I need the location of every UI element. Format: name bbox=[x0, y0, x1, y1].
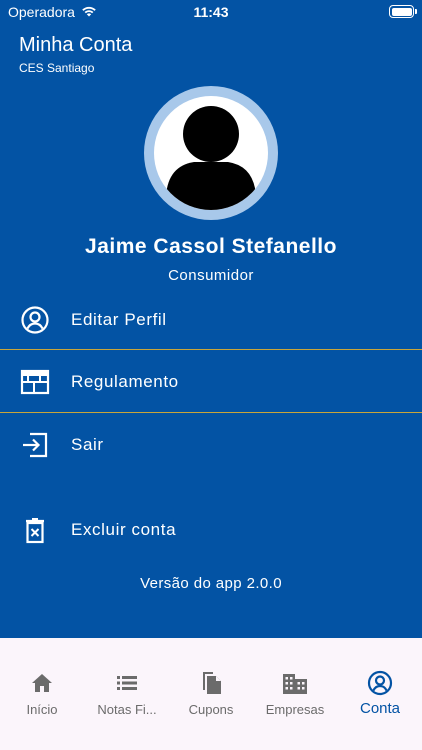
app-version: Versão do app 2.0.0 bbox=[140, 575, 282, 592]
tab-account[interactable]: Conta bbox=[338, 638, 422, 728]
page-subtitle: CES Santiago bbox=[19, 61, 95, 75]
account-icon bbox=[338, 670, 422, 696]
profile-role: Consumidor bbox=[168, 267, 254, 284]
delete-account-button[interactable]: Excluir conta bbox=[0, 499, 422, 561]
logout-label: Sair bbox=[71, 435, 104, 454]
tab-invoices-label: Notas Fi... bbox=[97, 702, 157, 717]
tab-companies[interactable]: Empresas bbox=[253, 638, 337, 728]
logout-icon bbox=[20, 430, 50, 460]
regulation-button[interactable]: Regulamento bbox=[0, 351, 422, 413]
coupon-icon bbox=[169, 670, 253, 696]
calendar-icon bbox=[20, 367, 50, 397]
regulation-label: Regulamento bbox=[71, 372, 179, 391]
tab-invoices[interactable]: Notas Fi... bbox=[85, 638, 169, 728]
trash-icon bbox=[20, 515, 50, 545]
list-icon bbox=[85, 670, 169, 696]
user-circle-icon bbox=[20, 305, 50, 335]
divider bbox=[0, 349, 422, 350]
page-header: Minha Conta CES Santiago bbox=[19, 34, 132, 75]
home-icon bbox=[0, 670, 84, 696]
building-icon bbox=[253, 670, 337, 696]
clock: 11:43 bbox=[193, 4, 229, 20]
profile-name: Jaime Cassol Stefanello bbox=[85, 235, 337, 258]
edit-profile-label: Editar Perfil bbox=[71, 310, 167, 329]
bottom-tab-bar: Início Notas Fi... Cupons Empresas Conta bbox=[0, 638, 422, 750]
tab-account-label: Conta bbox=[359, 700, 401, 717]
delete-account-label: Excluir conta bbox=[71, 520, 177, 539]
status-bar: Operadora 11:43 bbox=[0, 0, 422, 24]
tab-home-label: Início bbox=[26, 702, 58, 717]
edit-profile-button[interactable]: Editar Perfil bbox=[0, 289, 422, 351]
avatar-placeholder-icon bbox=[154, 96, 268, 210]
divider bbox=[0, 412, 422, 413]
battery-icon bbox=[389, 5, 417, 18]
tab-coupons-label: Cupons bbox=[188, 702, 234, 717]
page-title: Minha Conta bbox=[19, 34, 133, 56]
avatar bbox=[144, 86, 278, 220]
tab-home[interactable]: Início bbox=[0, 638, 84, 728]
tab-coupons[interactable]: Cupons bbox=[169, 638, 253, 728]
tab-companies-label: Empresas bbox=[265, 702, 325, 717]
logout-button[interactable]: Sair bbox=[0, 414, 422, 476]
